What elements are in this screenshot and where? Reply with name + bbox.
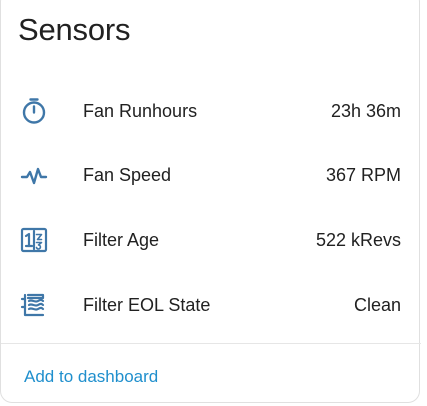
entity-row-fan-speed[interactable]: Fan Speed 367 RPM — [1, 154, 421, 194]
air-filter-icon — [20, 291, 48, 319]
entity-label: Filter EOL State — [83, 295, 211, 315]
card-title: Sensors — [18, 12, 131, 47]
pulse-icon — [20, 161, 48, 189]
sensors-card: Sensors Fan Runhours 23h 36m Fan Speed 3… — [0, 0, 421, 403]
entity-label: Filter Age — [83, 230, 160, 250]
entity-row-filter-age[interactable]: Filter Age 522 kRevs — [1, 219, 421, 259]
entity-row-fan-runhours[interactable]: Fan Runhours 23h 36m — [1, 90, 421, 130]
counter-icon — [20, 226, 48, 254]
entity-value: 367 RPM — [325, 165, 401, 185]
entity-value: Clean — [353, 295, 401, 315]
entity-value: 23h 36m — [330, 101, 401, 121]
entity-label: Fan Runhours — [83, 101, 198, 121]
timer-icon — [20, 97, 48, 125]
entity-value: 522 kRevs — [315, 230, 401, 250]
entity-row-filter-eol-state[interactable]: Filter EOL State Clean — [1, 284, 421, 324]
card-divider — [1, 343, 421, 344]
entity-label: Fan Speed — [83, 165, 172, 185]
add-to-dashboard-button[interactable]: Add to dashboard — [24, 366, 158, 388]
